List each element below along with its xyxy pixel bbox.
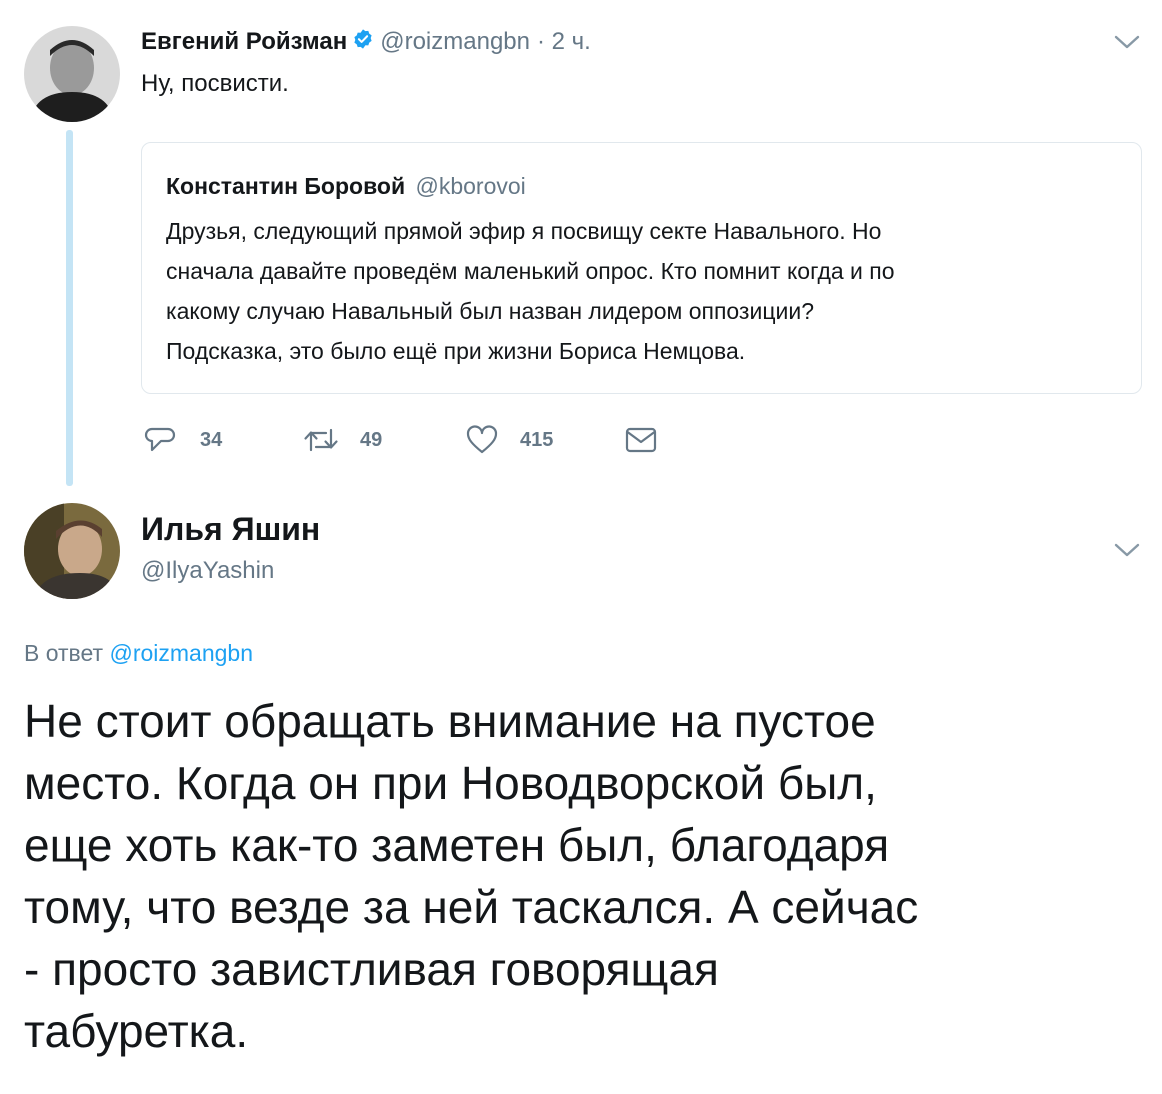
author-handle[interactable]: @IlyaYashin [141, 556, 274, 586]
direct-message-action[interactable] [625, 424, 659, 456]
like-icon[interactable] [465, 424, 499, 456]
author-handle[interactable]: @roizmangbn [380, 28, 530, 56]
reply-icon[interactable] [144, 424, 176, 456]
reply-to-link[interactable]: @roizmangbn [109, 640, 253, 666]
retweet-action[interactable]: 49 [302, 424, 382, 456]
tweet1-text: Ну, посвисти. [141, 70, 289, 97]
author-name[interactable]: Илья Яшин [141, 510, 320, 548]
quoted-author-handle: @kborovoi [415, 173, 526, 199]
chevron-down-icon[interactable] [1114, 34, 1140, 55]
quoted-tweet[interactable]: Константин Боровой @kborovoi Друзья, сле… [141, 142, 1142, 394]
quoted-text-line: какому случаю Навальный был назван лидер… [166, 298, 814, 324]
direct-message-icon[interactable] [625, 424, 659, 456]
retweet-count: 49 [360, 428, 383, 451]
quoted-text-line: сначала давайте проведём маленький опрос… [166, 258, 895, 284]
like-action[interactable]: 415 [465, 424, 553, 456]
tweet2-text: Не стоит обращать внимание на пустое мес… [24, 690, 918, 1062]
reply-action[interactable]: 34 [144, 424, 222, 456]
tweet-text-line: место. Когда он при Новодворской был, [24, 757, 877, 809]
quoted-author-name: Константин Боровой [166, 173, 406, 199]
tweet-text-line: табуретка. [24, 1005, 249, 1057]
avatar-yashin[interactable] [24, 503, 120, 599]
quoted-tweet-header: Константин Боровой @kborovoi [166, 173, 526, 200]
reply-count: 34 [200, 428, 223, 451]
tweet-text-line: Не стоит обращать внимание на пустое [24, 695, 876, 747]
tweet-text-line: - просто завистливая говорящая [24, 943, 719, 995]
like-count: 415 [520, 428, 554, 451]
avatar-roizman[interactable] [24, 26, 120, 122]
quoted-text-line: Друзья, следующий прямой эфир я посвищу … [166, 218, 882, 244]
quoted-tweet-text: Друзья, следующий прямой эфир я посвищу … [166, 211, 895, 371]
tweet-text-line: еще хоть как-то заметен был, благодаря [24, 819, 890, 871]
retweet-icon[interactable] [302, 424, 340, 456]
reply-context: В ответ @roizmangbn [24, 638, 253, 668]
tweet-time[interactable]: · 2 ч. [537, 28, 591, 56]
quoted-text-line: Подсказка, это было ещё при жизни Бориса… [166, 338, 746, 364]
chevron-down-icon[interactable] [1114, 542, 1140, 563]
author-name[interactable]: Евгений Ройзман [141, 28, 347, 56]
verified-badge-icon [352, 28, 374, 57]
tweet-text-line: тому, что везде за ней таскался. А сейча… [24, 881, 919, 933]
thread-connector-line [66, 130, 73, 486]
tweet1-header: Евгений Ройзман @roizmangbn · 2 ч. [141, 26, 591, 58]
reply-prefix: В ответ [24, 640, 104, 666]
